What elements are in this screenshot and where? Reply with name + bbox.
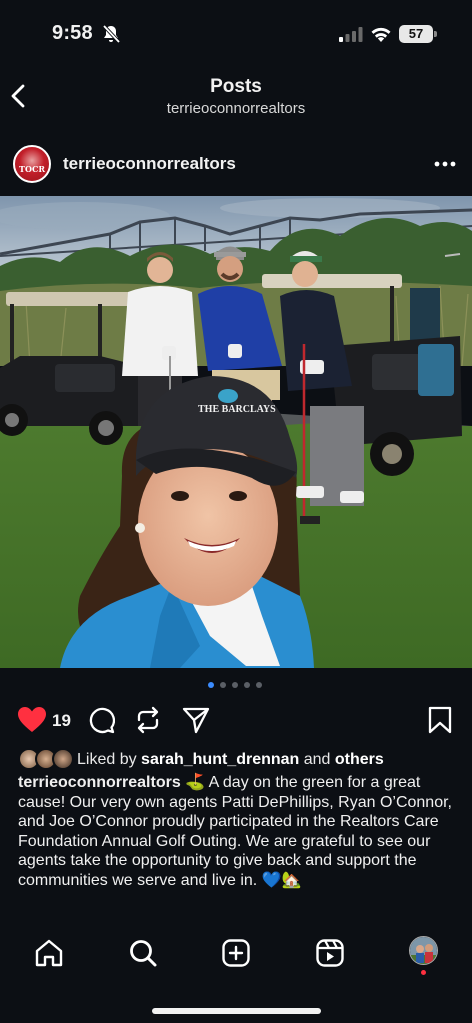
liked-by-prefix: Liked by — [77, 751, 142, 768]
avatar[interactable]: TOCR — [13, 145, 51, 183]
cap-logo-text: THE BARCLAYS — [198, 404, 276, 415]
reels-icon[interactable] — [315, 938, 345, 968]
liked-by-and: and — [299, 751, 335, 768]
share-icon[interactable] — [182, 706, 210, 734]
page-subtitle[interactable]: terrieoconnorrealtors — [0, 100, 472, 117]
carousel-dot — [232, 682, 238, 688]
like-count[interactable]: 19 — [52, 711, 71, 731]
repost-icon[interactable] — [134, 706, 162, 734]
page-title: Posts — [210, 76, 262, 97]
liked-by-others[interactable]: others — [335, 751, 384, 768]
caption-text: ⛳ A day on the green for a great cause! … — [18, 774, 452, 889]
battery-indicator: 57 — [399, 25, 437, 43]
search-icon[interactable] — [128, 938, 158, 968]
carousel-dot — [208, 682, 214, 688]
golf-selfie-image: THE BARCLAYS — [0, 196, 472, 668]
liker-avatar — [52, 748, 74, 770]
home-indicator — [152, 1008, 321, 1014]
nav-header: Posts terrieoconnorrealtors — [0, 62, 472, 128]
more-icon[interactable] — [434, 160, 456, 168]
heart-icon[interactable] — [17, 706, 47, 734]
post-username[interactable]: terrieoconnorrealtors — [63, 154, 236, 174]
profile-photo — [410, 937, 437, 964]
carousel-dot — [220, 682, 226, 688]
liked-by-user[interactable]: sarah_hunt_drennan — [141, 751, 299, 768]
caption-username[interactable]: terrieoconnorrealtors — [18, 774, 181, 791]
post-caption: terrieoconnorrealtors ⛳ A day on the gre… — [18, 773, 458, 890]
carousel-dot — [244, 682, 250, 688]
create-icon[interactable] — [221, 938, 251, 968]
home-icon[interactable] — [34, 938, 64, 968]
liked-by-row[interactable]: Liked by sarah_hunt_drennan and others — [18, 748, 458, 772]
signal-icon — [339, 27, 363, 42]
status-bar: 9:58 57 — [0, 0, 472, 62]
profile-tab-avatar[interactable] — [409, 936, 438, 965]
comment-icon[interactable] — [87, 706, 115, 734]
post-photo[interactable]: THE BARCLAYS — [0, 196, 472, 668]
bookmark-icon[interactable] — [427, 706, 453, 734]
bell-slash-icon — [102, 24, 121, 44]
wifi-icon — [371, 27, 391, 42]
carousel-dot — [256, 682, 262, 688]
status-time: 9:58 — [52, 22, 93, 44]
post-header: TOCR terrieoconnorrealtors — [0, 140, 472, 190]
bottom-tab-bar — [0, 922, 472, 1023]
liked-by-text: Liked by sarah_hunt_drennan and others — [77, 751, 384, 769]
carousel-indicator — [0, 682, 472, 692]
notification-dot — [421, 970, 426, 975]
avatar-logo-text: TOCR — [19, 164, 45, 174]
post-actions: 19 — [0, 702, 472, 736]
